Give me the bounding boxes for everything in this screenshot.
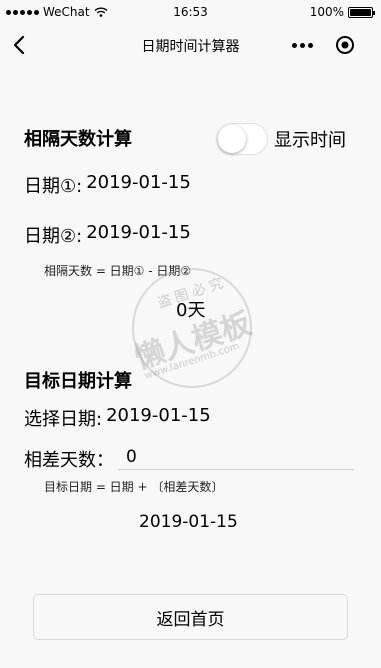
interval-section-title: 相隔天数计算 bbox=[24, 129, 132, 150]
select-date-picker[interactable]: 选择日期: 2019-01-15 bbox=[24, 405, 211, 431]
target-section-title: 目标日期计算 bbox=[24, 371, 132, 392]
date1-label: 日期①: bbox=[24, 176, 83, 197]
date1-picker[interactable]: 日期①: 2019-01-15 bbox=[24, 172, 191, 198]
nav-bar: 日期时间计算器 bbox=[0, 24, 381, 66]
more-dots-icon[interactable] bbox=[292, 38, 316, 52]
status-right: 100% bbox=[309, 5, 375, 19]
date2-value: 2019-01-15 bbox=[86, 222, 191, 243]
diff-days-row: 相差天数： bbox=[24, 444, 354, 471]
date2-label: 日期②: bbox=[24, 226, 83, 247]
target-result: 2019-01-15 bbox=[139, 512, 238, 532]
select-date-value: 2019-01-15 bbox=[106, 405, 211, 426]
select-date-label: 选择日期: bbox=[24, 409, 103, 430]
show-time-toggle[interactable] bbox=[216, 123, 268, 155]
status-bar: WeChat 16:53 100% bbox=[0, 0, 381, 24]
interval-formula: 相隔天数 = 日期① - 日期② bbox=[44, 264, 192, 278]
date2-picker[interactable]: 日期②: 2019-01-15 bbox=[24, 222, 191, 248]
target-circle-icon[interactable] bbox=[335, 35, 355, 55]
battery-icon bbox=[348, 6, 375, 18]
show-time-label: 显示时间 bbox=[274, 130, 346, 151]
diff-days-input[interactable] bbox=[118, 444, 354, 470]
page-title: 日期时间计算器 bbox=[141, 39, 240, 55]
back-home-button[interactable]: 返回首页 bbox=[33, 594, 348, 640]
diff-days-label: 相差天数： bbox=[24, 450, 114, 471]
target-formula: 目标日期 = 日期 + 〔相差天数〕 bbox=[44, 480, 224, 494]
toggle-knob bbox=[218, 125, 246, 153]
date1-value: 2019-01-15 bbox=[86, 172, 191, 193]
battery-percent: 100% bbox=[309, 5, 344, 19]
interval-result: 0天 bbox=[176, 300, 206, 321]
